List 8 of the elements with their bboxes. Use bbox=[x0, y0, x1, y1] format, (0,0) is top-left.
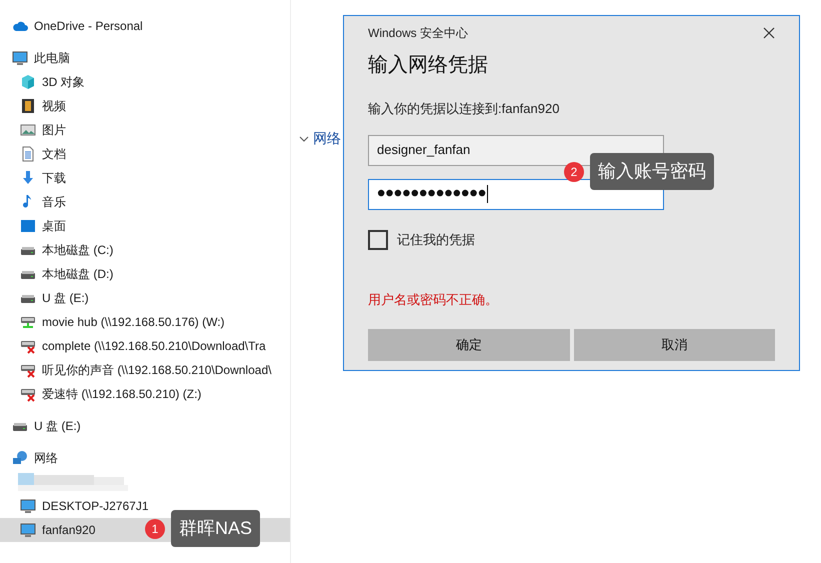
dialog-message: 输入你的凭据以连接到:fanfan920 bbox=[368, 100, 560, 118]
checkbox-label: 记住我的凭据 bbox=[397, 230, 475, 249]
callout-tooltip: 群晖NAS bbox=[171, 510, 260, 547]
callout-tooltip: 输入账号密码 bbox=[590, 153, 714, 190]
dialog-caption: Windows 安全中心 bbox=[368, 25, 468, 42]
error-message: 用户名或密码不正确。 bbox=[368, 290, 499, 308]
dialog-title: 输入网络凭据 bbox=[368, 53, 489, 78]
section-label: 网络 bbox=[313, 129, 341, 148]
